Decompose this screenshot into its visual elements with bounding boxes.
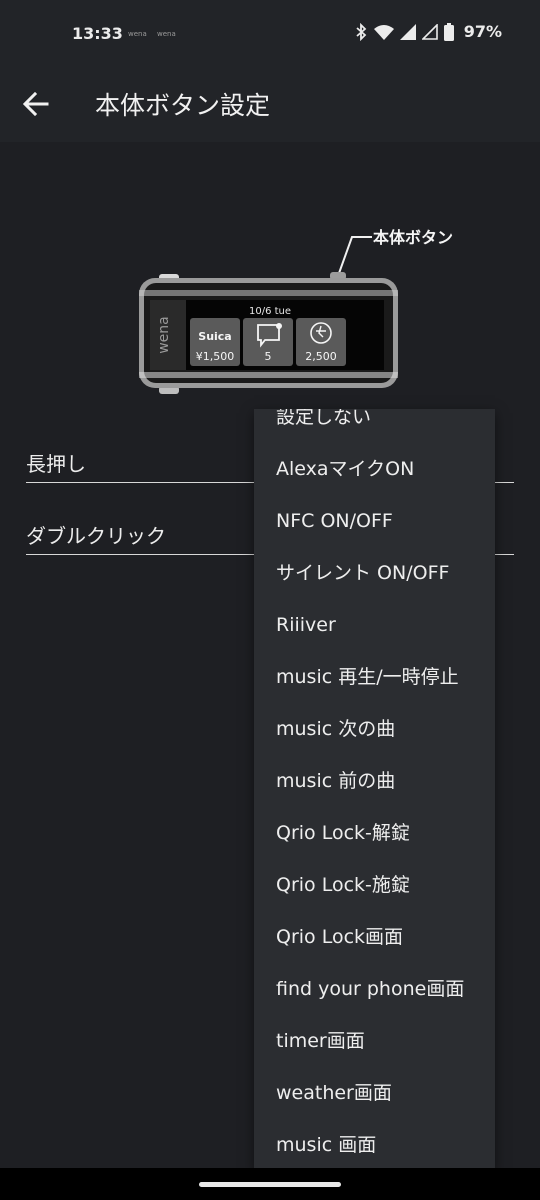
dropdown-item[interactable]: timer画面 (254, 1015, 495, 1067)
wena-device-image: wena 10/6 tue Suica ¥1,500 5 2,500 (139, 236, 398, 394)
tile-steps-value: 2,500 (305, 350, 337, 363)
status-time: 13:33 (72, 24, 123, 43)
status-icons: 97% (354, 22, 502, 41)
wena-notification-icon: wena (128, 30, 147, 38)
dropdown-item[interactable]: find your phone画面 (254, 963, 495, 1015)
dropdown-item[interactable]: weather画面 (254, 1067, 495, 1119)
battery-percentage: 97% (463, 22, 502, 41)
dropdown-list: 設定しない AlexaマイクON NFC ON/OFF サイレント ON/OFF Rii… (254, 409, 495, 1169)
arrow-back-icon (23, 92, 49, 116)
action-dropdown-menu[interactable]: 設定しない AlexaマイクON NFC ON/OFF サイレント ON/OFF Rii… (254, 409, 495, 1169)
setting-label: ダブルクリック (26, 524, 166, 548)
dropdown-item[interactable]: Riiiver (254, 599, 495, 651)
back-button[interactable] (16, 84, 56, 124)
battery-icon (443, 22, 454, 41)
tile-notification-value: 5 (265, 350, 272, 363)
signal-icon (399, 23, 416, 40)
dropdown-item[interactable]: AlexaマイクON (254, 443, 495, 495)
navigation-bar (0, 1168, 540, 1200)
app-bar: 本体ボタン設定 (0, 66, 540, 142)
tile-suica-value: ¥1,500 (196, 350, 235, 363)
dropdown-item[interactable]: music 次の曲 (254, 703, 495, 755)
dropdown-item[interactable]: Qrio Lock-解錠 (254, 807, 495, 859)
signal-icon (421, 23, 438, 40)
device-date: 10/6 tue (249, 306, 291, 317)
page-title: 本体ボタン設定 (95, 91, 271, 120)
home-indicator[interactable] (199, 1182, 341, 1187)
dropdown-item[interactable]: music 再生/一時停止 (254, 651, 495, 703)
dropdown-item[interactable]: Qrio Lock画面 (254, 911, 495, 963)
device-brand: wena (156, 316, 172, 354)
wifi-icon (373, 24, 394, 40)
bluetooth-icon (356, 22, 367, 41)
status-bar: 13:33 wena wena 97% (0, 0, 540, 66)
wena-notification-icon: wena (157, 30, 176, 38)
setting-label: 長押し (26, 452, 86, 476)
dropdown-item[interactable]: Qrio Lock-施錠 (254, 859, 495, 911)
dropdown-item[interactable]: 設定しない (254, 409, 495, 443)
dropdown-item[interactable]: サイレント ON/OFF (254, 547, 495, 599)
dropdown-item[interactable]: music 画面 (254, 1119, 495, 1169)
dropdown-item[interactable]: music 前の曲 (254, 755, 495, 807)
dropdown-item[interactable]: NFC ON/OFF (254, 495, 495, 547)
tile-suica-label: Suica (198, 330, 231, 343)
